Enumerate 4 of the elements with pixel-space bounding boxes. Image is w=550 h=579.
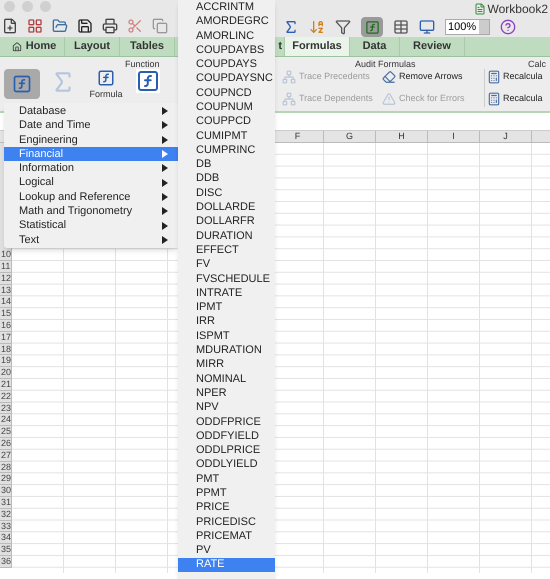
window-title: Workbook2: [488, 1, 548, 18]
group-title: Function: [125, 58, 160, 71]
group-title: Audit Formulas: [355, 58, 416, 71]
group-title: Calc: [528, 58, 546, 71]
